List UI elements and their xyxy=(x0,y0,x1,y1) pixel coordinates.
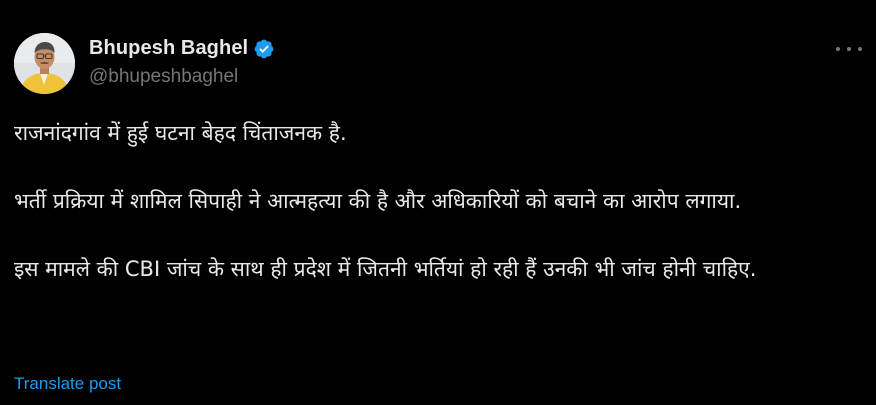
profile-photo-icon xyxy=(14,33,75,94)
avatar[interactable] xyxy=(14,33,75,94)
tweet-text: राजनांदगांव में हुई घटना बेहद चिंताजनक ह… xyxy=(14,116,862,286)
tweet-paragraph: भर्ती प्रक्रिया में शामिल सिपाही ने आत्म… xyxy=(14,189,742,213)
translate-post-link[interactable]: Translate post xyxy=(14,374,121,394)
author-name-row[interactable]: Bhupesh Baghel xyxy=(89,37,275,60)
more-options-icon[interactable] xyxy=(836,40,862,58)
verified-badge-icon[interactable] xyxy=(253,38,275,60)
tweet-paragraph: राजनांदगांव में हुई घटना बेहद चिंताजनक ह… xyxy=(14,121,347,145)
tweet-paragraph: इस मामले की CBI जांच के साथ ही प्रदेश मे… xyxy=(14,257,757,281)
more-dot xyxy=(847,47,851,51)
author-display-name[interactable]: Bhupesh Baghel xyxy=(89,37,248,60)
more-dot xyxy=(858,47,862,51)
author-handle[interactable]: @bhupeshbaghel xyxy=(89,66,238,88)
more-dot xyxy=(836,47,840,51)
tweet-card: Bhupesh Baghel @bhupeshbaghel राजनांदगां… xyxy=(0,0,876,405)
